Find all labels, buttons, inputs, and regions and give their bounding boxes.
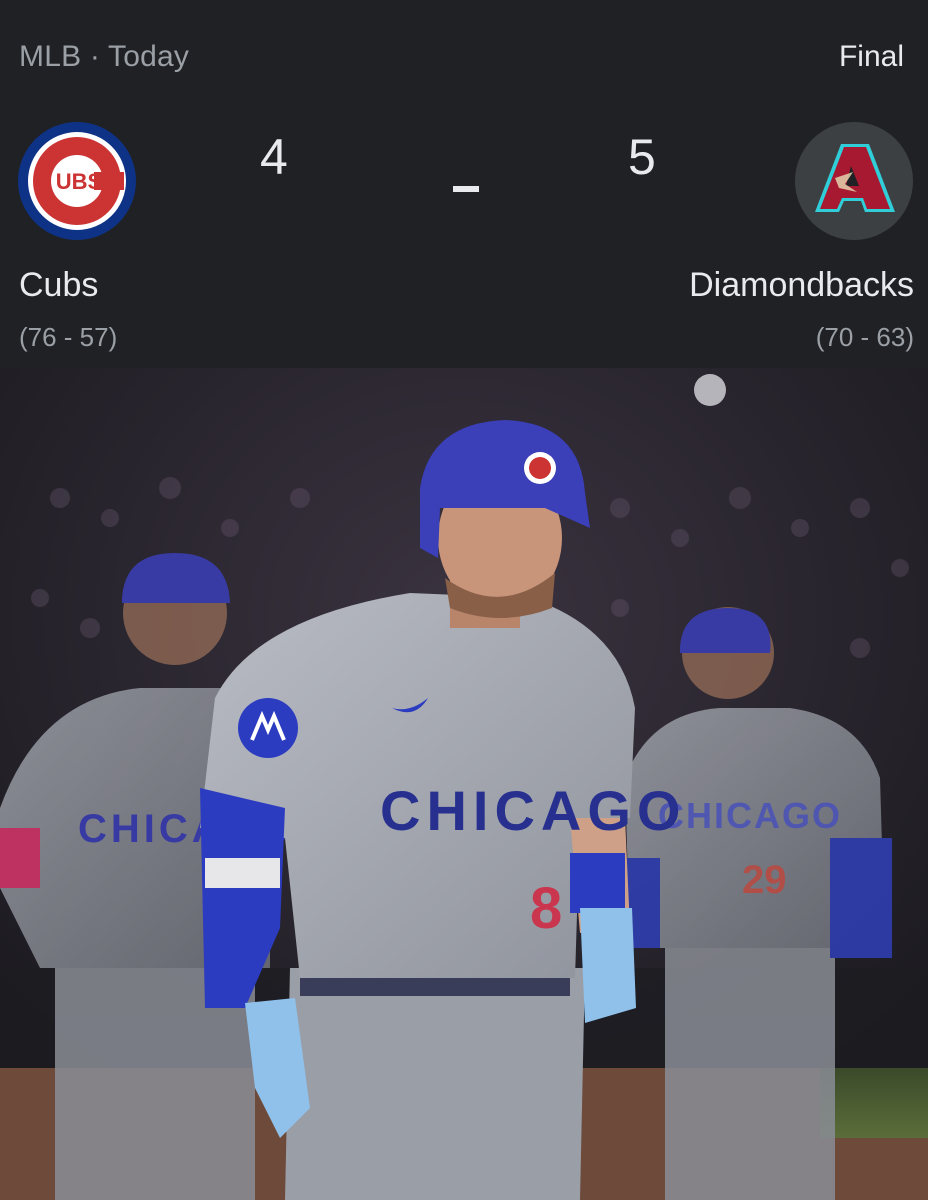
home-team-name[interactable]: Cubs <box>19 266 98 305</box>
game-meta: MLB · Today <box>19 40 189 74</box>
diamondbacks-logo-icon[interactable] <box>795 122 913 240</box>
score-card[interactable]: MLB · Today Final UBS 4 5 Cubs Diamondba… <box>0 0 928 368</box>
home-team-record: (76 - 57) <box>19 322 118 352</box>
score-separator <box>453 186 479 192</box>
away-score: 5 <box>628 129 656 185</box>
svg-text:CHICAGO: CHICAGO <box>380 779 686 842</box>
svg-text:8: 8 <box>530 876 562 941</box>
players-illustration: CHICAGO CHICAGO 29 CHICAGO 8 <box>0 368 928 1200</box>
away-team-record: (70 - 63) <box>815 322 914 352</box>
away-team-name[interactable]: Diamondbacks <box>689 266 914 305</box>
home-score: 4 <box>260 129 288 185</box>
league-label: MLB <box>19 40 82 73</box>
game-date: Today <box>108 40 190 73</box>
meta-separator: · <box>89 40 101 73</box>
game-status: Final <box>838 40 904 73</box>
cubs-logo-icon[interactable]: UBS <box>18 122 136 240</box>
svg-text:UBS: UBS <box>56 169 102 194</box>
game-photo[interactable]: CHICAGO CHICAGO 29 CHICAGO 8 <box>0 368 928 1200</box>
svg-text:29: 29 <box>742 858 787 902</box>
